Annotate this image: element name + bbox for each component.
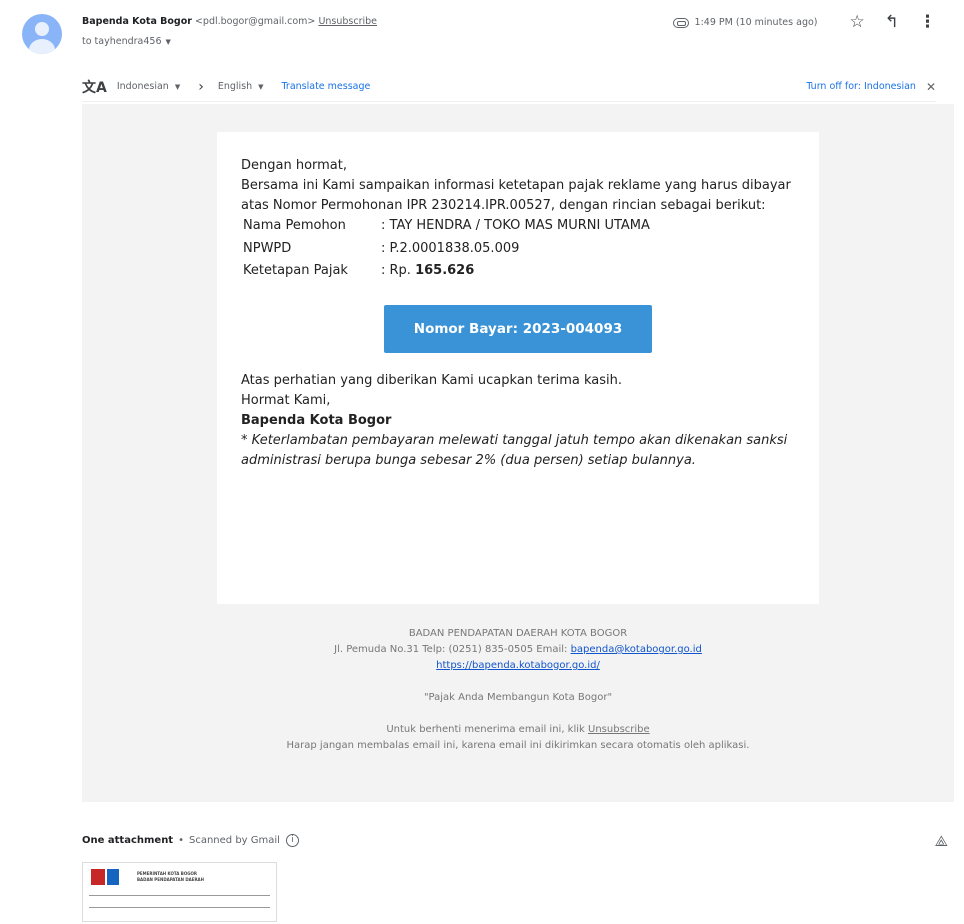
email-body-background: Dengan hormat, Bersama ini Kami sampaika… [82, 104, 954, 802]
star-icon[interactable]: ☆ [850, 14, 865, 31]
detail-label: Nama Pemohon [243, 218, 346, 234]
recipient-label: to tayhendra456 [82, 36, 162, 47]
separator: • [178, 835, 184, 846]
footer-slogan: "Pajak Anda Membangun Kota Bogor" [423, 692, 613, 703]
turn-off-translation-link[interactable]: Turn off for: Indonesian [806, 81, 916, 92]
sender-email: <pdl.bogor@gmail.com> [194, 16, 316, 27]
bogor-logo-icon [91, 869, 105, 885]
late-payment-note: * Keterlambatan pembayaran melewati tang… [241, 433, 788, 469]
detail-row: Ketetapan Pajak : Rp. 165.626 [243, 261, 650, 283]
unsubscribe-link[interactable]: Unsubscribe [318, 16, 377, 27]
close-icon[interactable]: ✕ [926, 80, 936, 94]
detail-label: Ketetapan Pajak [243, 262, 348, 278]
translate-bar: 文A Indonesian ▼ › English ▼ Translate mess… [82, 72, 936, 102]
attachment-title: One attachment [82, 835, 174, 846]
sender-avatar[interactable] [22, 14, 62, 54]
detail-value: : Rp. 165.626 [381, 261, 650, 283]
target-language: English [217, 81, 253, 92]
thumb-divider [89, 907, 270, 908]
footer-email-link[interactable]: bapenda@kotabogor.go.id [571, 644, 702, 655]
translate-icon: 文A [82, 79, 107, 96]
attachment-header: One attachment • Scanned by Gmail i [82, 834, 299, 847]
attachment-icon [672, 17, 689, 28]
add-to-drive-icon[interactable]: ⟁ [935, 832, 948, 850]
message-time: 1:49 PM (10 minutes ago) [694, 17, 818, 28]
caret-down-icon: ▼ [174, 83, 181, 91]
footer-address: Jl. Pemuda No.31 Telp: (0251) 835-0505 E… [82, 642, 954, 658]
info-icon[interactable]: i [285, 834, 299, 847]
caret-down-icon: ▼ [258, 83, 264, 91]
thumb-line: PEMERINTAH KOTA BOGOR [137, 871, 197, 876]
message-meta: 1:49 PM (10 minutes ago) ☆ ↰ ⋮ [672, 14, 944, 31]
detail-row: NPWPD : P.2.0001838.05.009 [243, 239, 650, 261]
greeting: Dengan hormat, [241, 158, 348, 173]
detail-row: Nama Pemohon : TAY HENDRA / TOKO MAS MUR… [243, 216, 650, 238]
source-language-select[interactable]: Indonesian ▼ [117, 81, 180, 92]
tax-amount: 165.626 [415, 262, 475, 278]
footer-website-link[interactable]: https://bapenda.kotabogor.go.id/ [436, 660, 600, 671]
detail-value: : TAY HENDRA / TOKO MAS MURNI UTAMA [381, 218, 650, 234]
attachment-thumbnail[interactable]: PEMERINTAH KOTA BOGOR BADAN PENDAPATAN D… [82, 862, 277, 922]
details-table: Nama Pemohon : TAY HENDRA / TOKO MAS MUR… [243, 216, 650, 282]
footer-unsubscribe: Untuk berhenti menerima email ini, klik … [82, 722, 954, 738]
intro-paragraph: Bersama ini Kami sampaikan informasi ket… [241, 178, 791, 214]
chevron-right-icon: › [198, 78, 204, 95]
footer-noreply: Harap jangan membalas email ini, karena … [286, 740, 750, 751]
recipient-line[interactable]: to tayhendra456 ▼ [82, 36, 171, 47]
thumb-line: BADAN PENDAPATAN DAERAH [137, 877, 205, 882]
payment-number-button[interactable]: Nomor Bayar: 2023-004093 [384, 304, 652, 353]
regards-text: Hormat Kami, [241, 392, 331, 408]
thumb-divider [89, 895, 270, 896]
caret-down-icon[interactable]: ▼ [166, 38, 171, 46]
more-vert-icon[interactable]: ⋮ [919, 14, 936, 31]
source-language: Indonesian [116, 81, 169, 92]
footer-unsubscribe-link[interactable]: Unsubscribe [588, 724, 650, 735]
translate-right: Turn off for: Indonesian ✕ [806, 80, 936, 94]
bapenda-logo-icon [107, 869, 119, 885]
email-footer: BADAN PENDAPATAN DAERAH KOTA BOGOR Jl. P… [82, 626, 954, 754]
scanned-label: Scanned by Gmail [189, 835, 280, 846]
avatar-head [35, 22, 49, 36]
detail-value: : P.2.0001838.05.009 [381, 240, 520, 256]
sender-line: Bapenda Kota Bogor <pdl.bogor@gmail.com>… [82, 16, 377, 27]
amount-prefix: : Rp. [381, 262, 416, 278]
footer-address-text: Jl. Pemuda No.31 Telp: (0251) 835-0505 E… [334, 644, 571, 655]
translate-message-link[interactable]: Translate message [282, 81, 371, 92]
email-card: Dengan hormat, Bersama ini Kami sampaika… [217, 132, 819, 604]
signature: Bapenda Kota Bogor [241, 413, 392, 429]
sender-name[interactable]: Bapenda Kota Bogor [82, 16, 192, 27]
thanks-text: Atas perhatian yang diberikan Kami ucapk… [241, 372, 622, 388]
target-language-select[interactable]: English ▼ [218, 81, 264, 92]
footer-org: BADAN PENDAPATAN DAERAH KOTA BOGOR [408, 628, 628, 639]
footer-website: https://bapenda.kotabogor.go.id/ [82, 658, 954, 674]
reply-icon[interactable]: ↰ [885, 14, 899, 31]
detail-label: NPWPD [243, 240, 292, 256]
avatar-body [29, 39, 55, 54]
footer-unsub-text: Untuk berhenti menerima email ini, klik [386, 724, 589, 735]
